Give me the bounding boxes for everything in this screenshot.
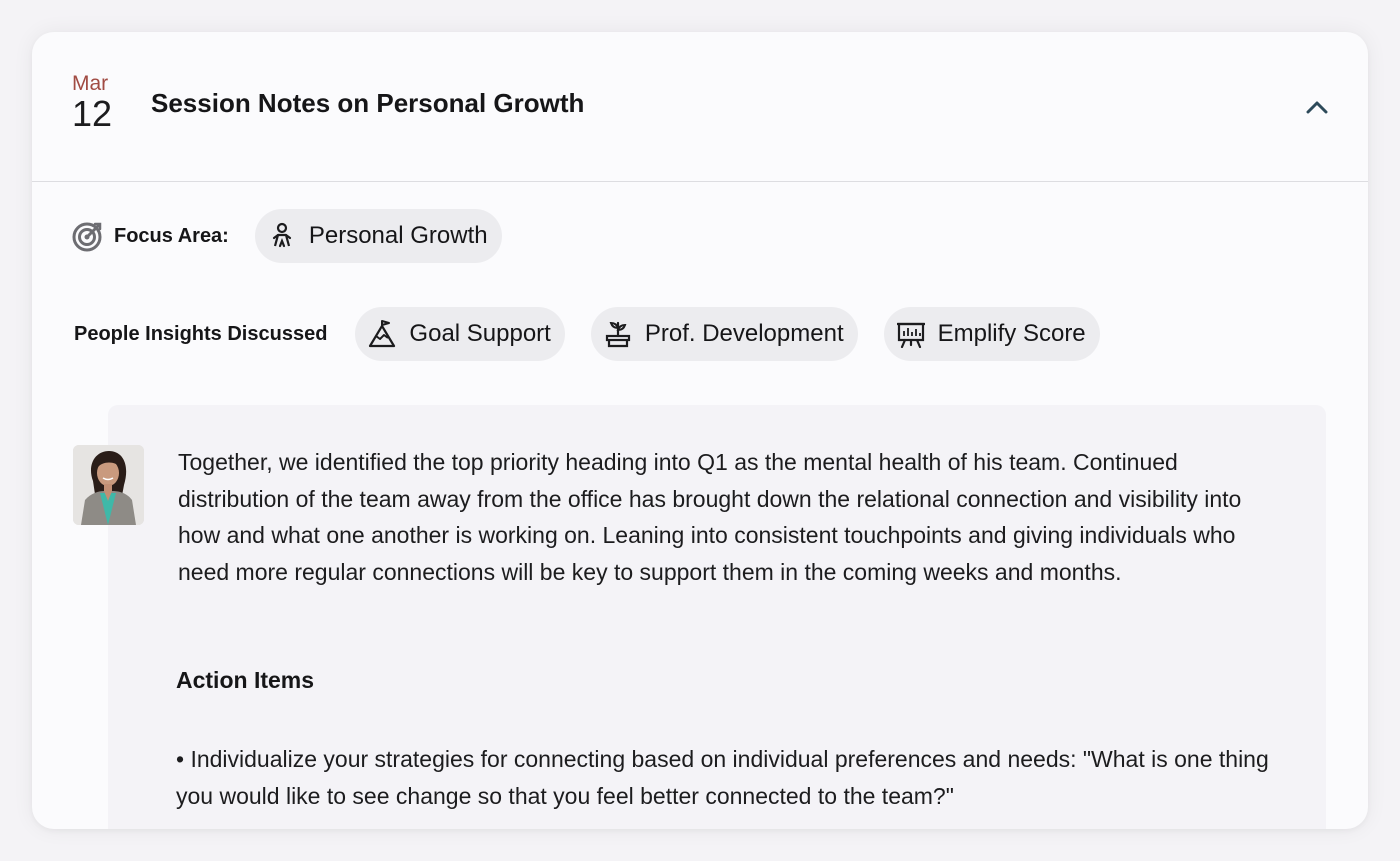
insight-chip-prof-development[interactable]: Prof. Development (590, 307, 858, 361)
insight-chip-goal-support[interactable]: Goal Support (355, 307, 565, 361)
action-item: • Individualize your strategies for conn… (176, 746, 1269, 809)
session-notes-card: Mar 12 Session Notes on Personal Growth … (32, 32, 1368, 829)
focus-area-label: Focus Area: (114, 224, 229, 247)
person-growth-icon (267, 221, 297, 251)
insight-chip-label: Goal Support (409, 320, 551, 347)
people-insights-row: People Insights Discussed Goal Support P… (74, 307, 1126, 361)
summit-flag-icon (367, 319, 397, 349)
note-body: Together, we identified the top priority… (178, 449, 1242, 585)
target-icon (72, 222, 102, 252)
insight-chip-emplify-score[interactable]: Emplify Score (883, 307, 1100, 361)
session-title: Session Notes on Personal Growth (151, 88, 585, 118)
session-header[interactable]: Mar 12 Session Notes on Personal Growth (32, 32, 1368, 182)
action-items-heading: Action Items (176, 667, 315, 693)
date-day: 12 (72, 93, 113, 134)
insight-chip-label: Emplify Score (937, 320, 1086, 347)
collapse-button[interactable] (1300, 90, 1334, 124)
focus-chip-label: Personal Growth (308, 222, 488, 249)
presentation-board-icon (896, 319, 926, 349)
chevron-up-icon (1306, 101, 1328, 114)
insight-chip-label: Prof. Development (644, 320, 844, 347)
author-avatar (73, 445, 144, 525)
seedling-pot-icon (603, 319, 633, 349)
focus-chip-personal-growth[interactable]: Personal Growth (254, 209, 502, 263)
focus-area-row: Focus Area: Personal Growth (72, 209, 502, 263)
people-insights-label: People Insights Discussed (74, 322, 328, 345)
session-date: Mar 12 (72, 72, 132, 134)
